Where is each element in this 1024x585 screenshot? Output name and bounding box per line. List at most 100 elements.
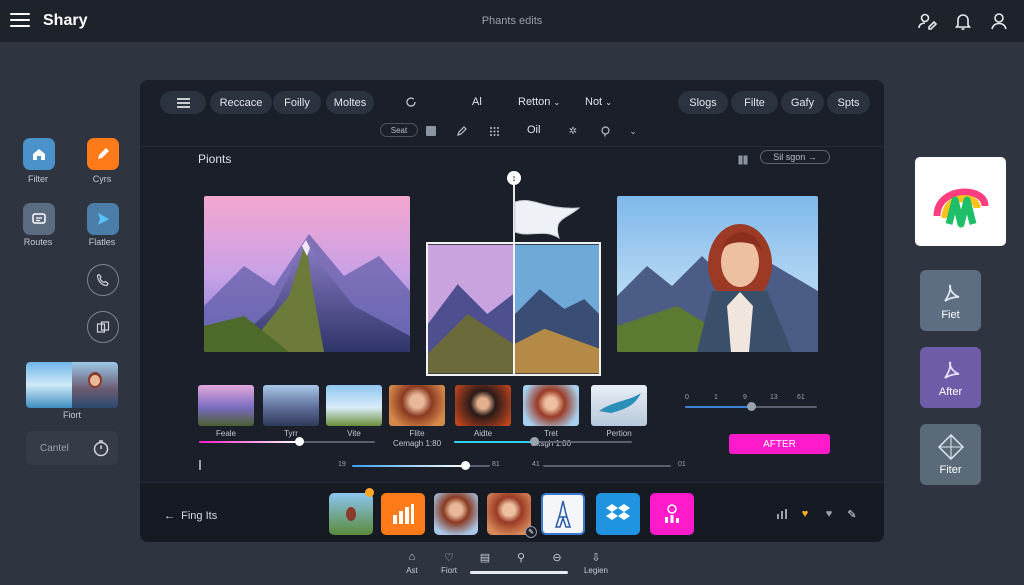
thumbnail-tyrr[interactable]: [263, 385, 319, 426]
phone-button[interactable]: [87, 264, 119, 296]
toolbar-menu-button[interactable]: [160, 91, 206, 114]
chevron-down-icon[interactable]: ⌄: [626, 124, 640, 138]
cyrs-button[interactable]: [87, 138, 119, 170]
home-indicator: [470, 571, 568, 574]
editor-window: Reccace Foilly Moltes Al Retton ⌄ Not ⌄ …: [140, 80, 884, 542]
filter-button[interactable]: [23, 138, 55, 170]
toolbar-pill-spts[interactable]: Spts: [827, 91, 870, 114]
signal-icon[interactable]: [775, 507, 789, 521]
heart-icon: ♡: [444, 552, 454, 564]
oil-label[interactable]: Oil: [527, 124, 540, 136]
back-link-label: Fing Its: [181, 510, 218, 522]
heart-icon[interactable]: ♥: [822, 507, 836, 521]
app-tile-stats[interactable]: [650, 493, 694, 535]
thumbnail-label: Pertion: [606, 429, 632, 438]
app-tile-eiffel[interactable]: [541, 493, 585, 535]
rainbow-app-tile[interactable]: [915, 157, 1006, 246]
seat-select[interactable]: Seat: [380, 123, 418, 137]
gallery-button[interactable]: [87, 311, 119, 343]
side-tile-label: Fiter: [939, 463, 962, 476]
thumbnail-aidte[interactable]: [455, 385, 511, 426]
edit-badge-icon[interactable]: ✎: [525, 526, 537, 538]
pen-icon[interactable]: [455, 124, 469, 138]
app-tile-portrait-2[interactable]: [487, 493, 531, 535]
slider-knob-pink[interactable]: [295, 437, 304, 446]
lasso-icon[interactable]: [598, 124, 612, 138]
sparkle-icon[interactable]: ✲: [566, 124, 580, 138]
nav-ast[interactable]: ⌂ Ast: [392, 551, 432, 575]
sign-button[interactable]: Sil sgon →: [760, 150, 830, 164]
side-tile-fiet[interactable]: Fiet: [920, 270, 981, 331]
app-tile-portrait[interactable]: [434, 493, 478, 535]
bell-icon[interactable]: [953, 11, 973, 31]
not-dropdown[interactable]: Not ⌄: [585, 96, 612, 108]
nav-fiort[interactable]: ♡ Fiort: [429, 551, 469, 575]
app-tile-landscape[interactable]: [329, 493, 373, 535]
app-tile-dropbox[interactable]: [596, 493, 640, 535]
compare-handle-icon[interactable]: ↕: [507, 171, 521, 185]
bottom-app-strip: ← Fing Its ✎ ♥ ♥ ✎: [140, 482, 884, 542]
refresh-icon[interactable]: [405, 96, 417, 108]
slider-tick: 41: [532, 461, 540, 468]
nav-label: Fiort: [441, 566, 457, 575]
edit-icon[interactable]: ✎: [845, 507, 859, 521]
thumbnail-feale[interactable]: [198, 385, 254, 426]
pencil-icon: [98, 148, 109, 159]
slider-track-far[interactable]: [543, 465, 671, 467]
back-link[interactable]: ← Fing Its: [164, 510, 217, 522]
thumbnail-flite[interactable]: [389, 385, 445, 426]
eiffel-tower-icon: [554, 500, 572, 528]
arrow-left-icon: ←: [164, 510, 175, 522]
slider-tick: 1: [714, 394, 718, 401]
toolbar-ai-label[interactable]: Al: [472, 96, 482, 108]
acrobat-icon: [943, 284, 959, 302]
retton-dropdown[interactable]: Retton ⌄: [518, 96, 560, 108]
toolbar-pill-moltes[interactable]: Moltes: [326, 91, 374, 114]
side-tile-fiter[interactable]: Fiter: [920, 424, 981, 485]
compare-frame[interactable]: [426, 242, 601, 376]
panel-icon[interactable]: [738, 152, 748, 165]
notification-badge: [365, 488, 374, 497]
retton-label: Retton: [518, 96, 551, 108]
profile-icon[interactable]: [989, 11, 1009, 31]
toolbar-pill-filte[interactable]: Filte: [731, 91, 778, 114]
side-tile-after[interactable]: After: [920, 347, 981, 408]
toolbar-pill-reccace[interactable]: Reccace: [210, 91, 272, 114]
preview-label: Fiort: [63, 410, 81, 420]
nav-lock[interactable]: ⊖: [537, 551, 577, 565]
after-button[interactable]: AFTER: [729, 434, 830, 454]
gallery-icon: [96, 321, 110, 333]
user-edit-icon[interactable]: [917, 11, 938, 31]
timer-icon[interactable]: [92, 439, 110, 457]
routes-button[interactable]: [23, 203, 55, 235]
slider-tick: 01: [678, 461, 686, 468]
before-image[interactable]: [204, 196, 410, 352]
after-image[interactable]: [617, 196, 818, 352]
slider-knob-right[interactable]: [747, 402, 756, 411]
slider-tick: 0: [685, 394, 689, 401]
slider-knob-cyan[interactable]: [530, 437, 539, 446]
thumbnail-label: Tret: [544, 429, 558, 438]
dropbox-icon: [606, 504, 630, 520]
rainbow-logo-icon: [933, 188, 988, 227]
nav-location[interactable]: ⚲: [501, 551, 541, 565]
thumbnail-pertion[interactable]: [591, 385, 647, 426]
thumbnail-vite[interactable]: [326, 385, 382, 426]
home-icon: [33, 149, 45, 160]
portrait-preview: [72, 362, 118, 408]
cancel-button[interactable]: Cantel: [40, 443, 69, 454]
phone-icon: [96, 273, 109, 287]
nav-legien[interactable]: ⇩ Legien: [576, 551, 616, 575]
preview-card[interactable]: [26, 362, 118, 408]
square-icon[interactable]: [424, 124, 438, 138]
toolbar-pill-slogs[interactable]: Slogs: [678, 91, 728, 114]
grid-icon[interactable]: [487, 124, 501, 138]
app-tile-chart[interactable]: [381, 493, 425, 535]
flatles-button[interactable]: [87, 203, 119, 235]
toolbar-pill-foilly[interactable]: Foilly: [273, 91, 321, 114]
slider-knob-mid[interactable]: [461, 461, 470, 470]
thumbnail-tret[interactable]: [523, 385, 579, 426]
toolbar-pill-gafy[interactable]: Gafy: [781, 91, 824, 114]
nav-library[interactable]: ▤: [465, 551, 505, 565]
heart-filled-icon[interactable]: ♥: [798, 507, 812, 521]
